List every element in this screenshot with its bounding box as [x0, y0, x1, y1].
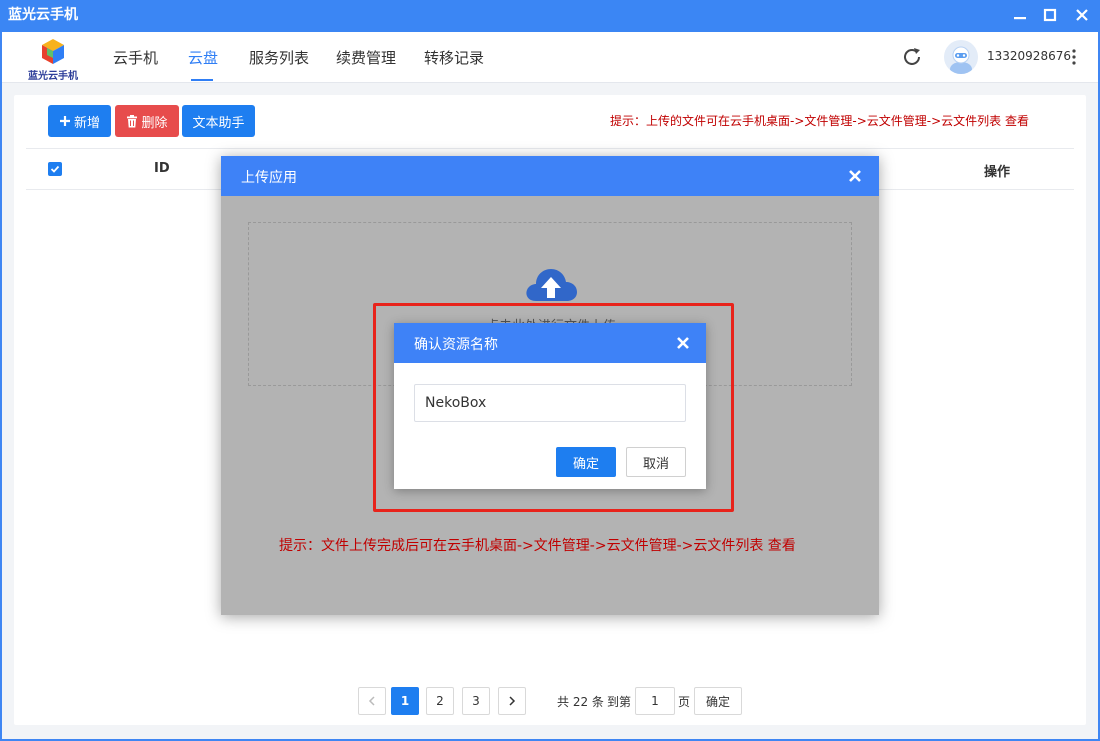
confirm-ok-button[interactable]: 确定 — [556, 447, 616, 477]
confirm-dialog-title: 确认资源名称 — [414, 337, 498, 353]
trash-icon — [127, 114, 138, 127]
upload-tip: 提示：文件上传完成后可在云手机桌面->文件管理->云文件管理->云文件列表 查看 — [279, 538, 796, 554]
close-icon — [1076, 9, 1088, 21]
prev-page-button[interactable] — [358, 687, 386, 715]
app-logo[interactable]: 蓝光云手机 — [24, 36, 82, 82]
active-nav-indicator — [191, 79, 213, 81]
maximize-button[interactable] — [1038, 4, 1062, 26]
nav-item-cloud-phone[interactable]: 云手机 — [113, 47, 158, 68]
add-button[interactable]: 新增 — [48, 105, 111, 137]
chevron-left-icon — [368, 696, 375, 706]
close-window-button[interactable] — [1070, 4, 1094, 26]
page-button-1[interactable]: 1 — [391, 687, 419, 715]
nav-item-service-list[interactable]: 服务列表 — [249, 47, 309, 68]
nav-item-cloud-disk[interactable]: 云盘 — [188, 47, 218, 68]
column-header-actions: 操作 — [984, 165, 1011, 180]
goto-label: 到第 — [607, 695, 632, 709]
refresh-icon[interactable] — [900, 45, 924, 69]
plus-icon — [59, 116, 70, 126]
user-avatar-icon — [944, 40, 978, 74]
confirm-name-dialog: 确认资源名称 确定 取消 — [394, 323, 706, 489]
page-button-2[interactable]: 2 — [426, 687, 454, 715]
toolbar-tip: 提示：上传的文件可在云手机桌面->文件管理->云文件管理->云文件列表 查看 — [610, 114, 1029, 128]
logo-icon — [42, 39, 64, 64]
page-unit-label: 页 — [678, 695, 691, 709]
check-icon — [50, 165, 60, 173]
column-header-id: ID — [154, 161, 170, 176]
total-count: 共 22 条 — [557, 695, 604, 709]
more-vertical-icon[interactable] — [1070, 46, 1078, 68]
window-title-bar: 蓝光云手机 — [0, 0, 1100, 32]
minimize-icon — [1014, 17, 1026, 20]
text-helper-button[interactable]: 文本助手 — [182, 105, 255, 137]
text-helper-button-label: 文本助手 — [192, 115, 245, 131]
upload-modal-title: 上传应用 — [241, 170, 297, 186]
chevron-right-icon — [509, 696, 516, 706]
confirm-dialog-header: 确认资源名称 — [394, 323, 706, 363]
goto-page-input[interactable] — [635, 687, 675, 715]
goto-page-button[interactable]: 确定 — [694, 687, 742, 715]
avatar[interactable] — [944, 40, 978, 74]
delete-button-label: 删除 — [141, 115, 168, 131]
confirm-cancel-button[interactable]: 取消 — [626, 447, 686, 477]
cloud-upload-icon — [526, 269, 577, 301]
resource-name-input[interactable] — [414, 384, 686, 422]
upload-modal-header: 上传应用 — [221, 156, 879, 196]
nav-item-renewal[interactable]: 续费管理 — [336, 47, 396, 68]
window-title: 蓝光云手机 — [8, 7, 78, 23]
next-page-button[interactable] — [498, 687, 526, 715]
user-phone[interactable]: 13320928676 — [987, 49, 1071, 63]
top-navbar: 蓝光云手机 云手机 云盘 服务列表 续费管理 转移记录 13320928676 — [2, 32, 1098, 83]
nav-item-transfer-records[interactable]: 转移记录 — [424, 47, 484, 68]
select-all-checkbox[interactable] — [48, 162, 62, 176]
maximize-icon — [1043, 8, 1057, 22]
close-icon[interactable] — [847, 168, 863, 184]
delete-button[interactable]: 删除 — [115, 105, 179, 137]
add-button-label: 新增 — [73, 115, 100, 131]
close-icon[interactable] — [676, 336, 690, 350]
logo-text: 蓝光云手机 — [28, 71, 78, 82]
minimize-button[interactable] — [1008, 4, 1032, 26]
page-button-3[interactable]: 3 — [462, 687, 490, 715]
